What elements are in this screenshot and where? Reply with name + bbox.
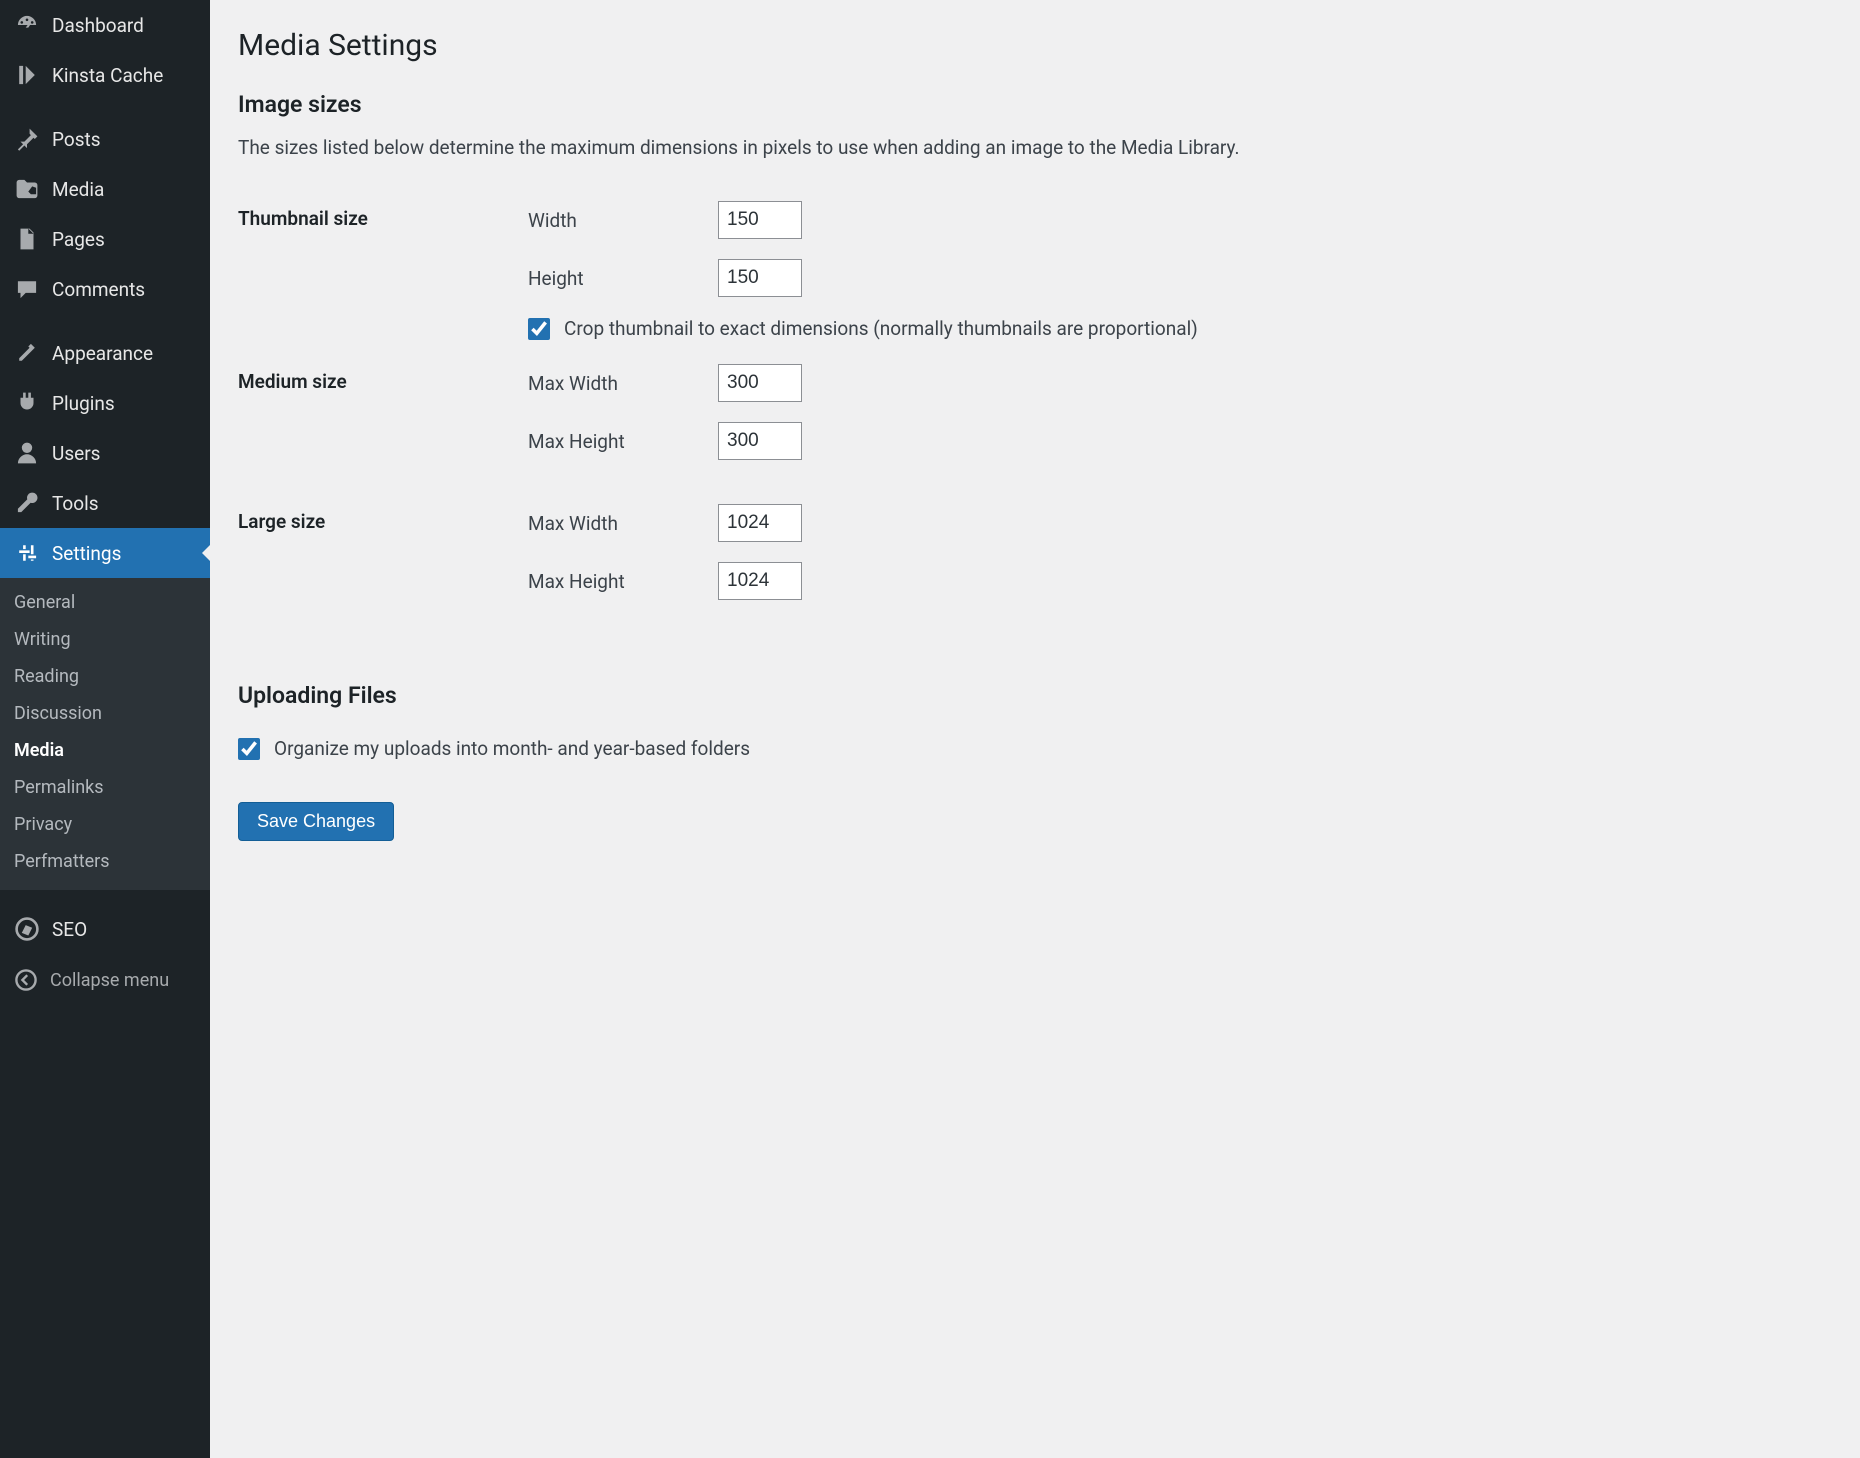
- sidebar-item-label: Dashboard: [52, 14, 144, 37]
- sidebar-item-media[interactable]: Media: [0, 164, 210, 214]
- medium-width-input[interactable]: [718, 364, 802, 402]
- organize-uploads-label[interactable]: Organize my uploads into month- and year…: [238, 737, 1832, 760]
- crop-thumbnail-text: Crop thumbnail to exact dimensions (norm…: [564, 317, 1198, 340]
- kinsta-icon: [14, 62, 40, 88]
- sidebar-item-label: Media: [52, 178, 104, 201]
- large-size-label: Large size: [238, 494, 528, 634]
- image-sizes-heading: Image sizes: [238, 91, 1832, 118]
- sidebar-item-label: Kinsta Cache: [52, 64, 163, 87]
- sidebar-item-seo[interactable]: SEO: [0, 904, 210, 954]
- submenu-item-permalinks[interactable]: Permalinks: [0, 769, 210, 806]
- appearance-icon: [14, 340, 40, 366]
- page-body: Media Settings Image sizes The sizes lis…: [210, 0, 1860, 1458]
- organize-uploads-text: Organize my uploads into month- and year…: [274, 737, 750, 760]
- thumb-width-input[interactable]: [718, 201, 802, 239]
- sidebar-item-label: Pages: [52, 228, 105, 251]
- submenu-item-perfmatters[interactable]: Perfmatters: [0, 843, 210, 880]
- settings-submenu: General Writing Reading Discussion Media…: [0, 578, 210, 890]
- sidebar-item-plugins[interactable]: Plugins: [0, 378, 210, 428]
- media-icon: [14, 176, 40, 202]
- seo-icon: [14, 916, 40, 942]
- admin-sidebar: Dashboard Kinsta Cache Posts Media Pages…: [0, 0, 210, 1458]
- crop-thumbnail-checkbox[interactable]: [528, 318, 550, 340]
- comments-icon: [14, 276, 40, 302]
- users-icon: [14, 440, 40, 466]
- collapse-menu-button[interactable]: Collapse menu: [0, 954, 210, 1006]
- collapse-label: Collapse menu: [50, 970, 169, 991]
- collapse-icon: [14, 968, 38, 992]
- sidebar-item-label: Comments: [52, 278, 145, 301]
- sidebar-item-users[interactable]: Users: [0, 428, 210, 478]
- image-sizes-description: The sizes listed below determine the max…: [238, 136, 1832, 159]
- dashboard-icon: [14, 12, 40, 38]
- sidebar-item-kinsta-cache[interactable]: Kinsta Cache: [0, 50, 210, 100]
- submenu-item-discussion[interactable]: Discussion: [0, 695, 210, 732]
- large-height-label: Max Height: [528, 570, 718, 593]
- large-height-input[interactable]: [718, 562, 802, 600]
- save-changes-button[interactable]: Save Changes: [238, 802, 394, 841]
- pages-icon: [14, 226, 40, 252]
- thumb-height-input[interactable]: [718, 259, 802, 297]
- sidebar-item-label: Plugins: [52, 392, 115, 415]
- uploading-files-heading: Uploading Files: [238, 682, 1832, 709]
- tools-icon: [14, 490, 40, 516]
- crop-thumbnail-label[interactable]: Crop thumbnail to exact dimensions (norm…: [528, 317, 1832, 340]
- thumb-height-label: Height: [528, 267, 718, 290]
- sidebar-item-label: Users: [52, 442, 100, 465]
- sidebar-item-dashboard[interactable]: Dashboard: [0, 0, 210, 50]
- medium-size-label: Medium size: [238, 354, 528, 494]
- large-width-label: Max Width: [528, 512, 718, 535]
- submenu-item-media[interactable]: Media: [0, 732, 210, 769]
- sidebar-item-label: Tools: [52, 492, 99, 515]
- plugins-icon: [14, 390, 40, 416]
- sidebar-item-pages[interactable]: Pages: [0, 214, 210, 264]
- sidebar-item-appearance[interactable]: Appearance: [0, 328, 210, 378]
- image-sizes-table: Thumbnail size Width Height Crop thumbna…: [238, 191, 1832, 634]
- page-title: Media Settings: [238, 28, 1832, 63]
- sidebar-item-label: SEO: [52, 918, 87, 941]
- sidebar-item-comments[interactable]: Comments: [0, 264, 210, 314]
- thumbnail-size-label: Thumbnail size: [238, 191, 528, 354]
- sidebar-item-label: Settings: [52, 542, 121, 565]
- large-width-input[interactable]: [718, 504, 802, 542]
- submenu-item-general[interactable]: General: [0, 584, 210, 621]
- sidebar-item-settings[interactable]: Settings: [0, 528, 210, 578]
- submenu-item-reading[interactable]: Reading: [0, 658, 210, 695]
- sidebar-item-posts[interactable]: Posts: [0, 114, 210, 164]
- organize-uploads-checkbox[interactable]: [238, 738, 260, 760]
- sidebar-item-label: Posts: [52, 128, 101, 151]
- medium-width-label: Max Width: [528, 372, 718, 395]
- thumb-width-label: Width: [528, 209, 718, 232]
- medium-height-input[interactable]: [718, 422, 802, 460]
- sidebar-item-label: Appearance: [52, 342, 153, 365]
- settings-icon: [14, 540, 40, 566]
- submenu-item-writing[interactable]: Writing: [0, 621, 210, 658]
- medium-height-label: Max Height: [528, 430, 718, 453]
- sidebar-item-tools[interactable]: Tools: [0, 478, 210, 528]
- pin-icon: [14, 126, 40, 152]
- submenu-item-privacy[interactable]: Privacy: [0, 806, 210, 843]
